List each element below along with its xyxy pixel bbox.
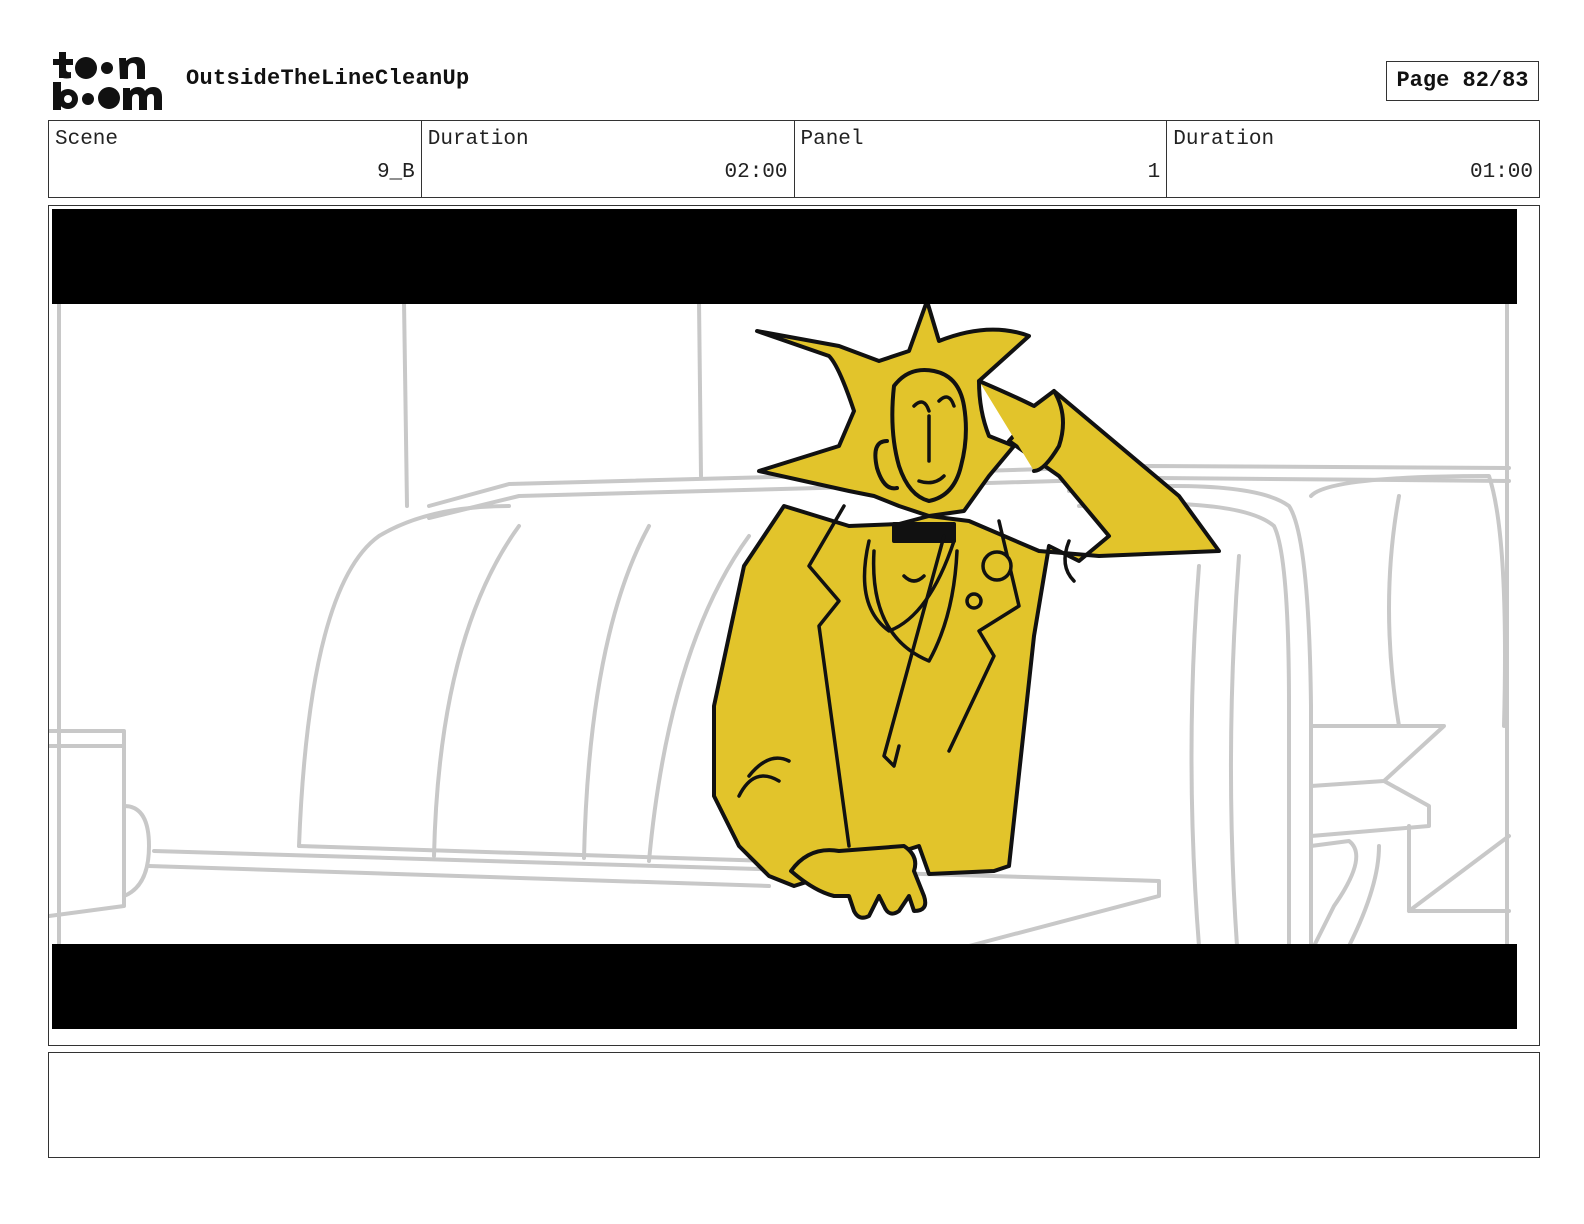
page-indicator: Page 82/83 [1386,61,1539,101]
panel-duration-label: Duration [1173,128,1275,151]
toon-boom-logo [51,50,165,112]
scene-duration-label: Duration [427,128,529,151]
panel-duration-cell: Duration 01:00 [1167,121,1539,197]
scene-label: Scene [55,128,119,151]
storyboard-panel [48,205,1540,1046]
panel-duration-value: 01:00 [1469,161,1533,184]
project-title: OutsideTheLineCleanUp [186,66,470,91]
panel-cell: Panel 1 [795,121,1168,197]
scene-cell: Scene 9_B [49,121,422,197]
panel-value: 1 [1147,161,1161,184]
scene-value: 9_B [376,161,415,184]
storyboard-frame-image [49,206,1539,1045]
scene-duration-cell: Duration 02:00 [422,121,795,197]
panel-notes [48,1052,1540,1158]
panel-label: Panel [800,128,864,151]
scene-info-table: Scene 9_B Duration 02:00 Panel 1 Duratio… [48,120,1540,198]
scene-duration-value: 02:00 [724,161,788,184]
